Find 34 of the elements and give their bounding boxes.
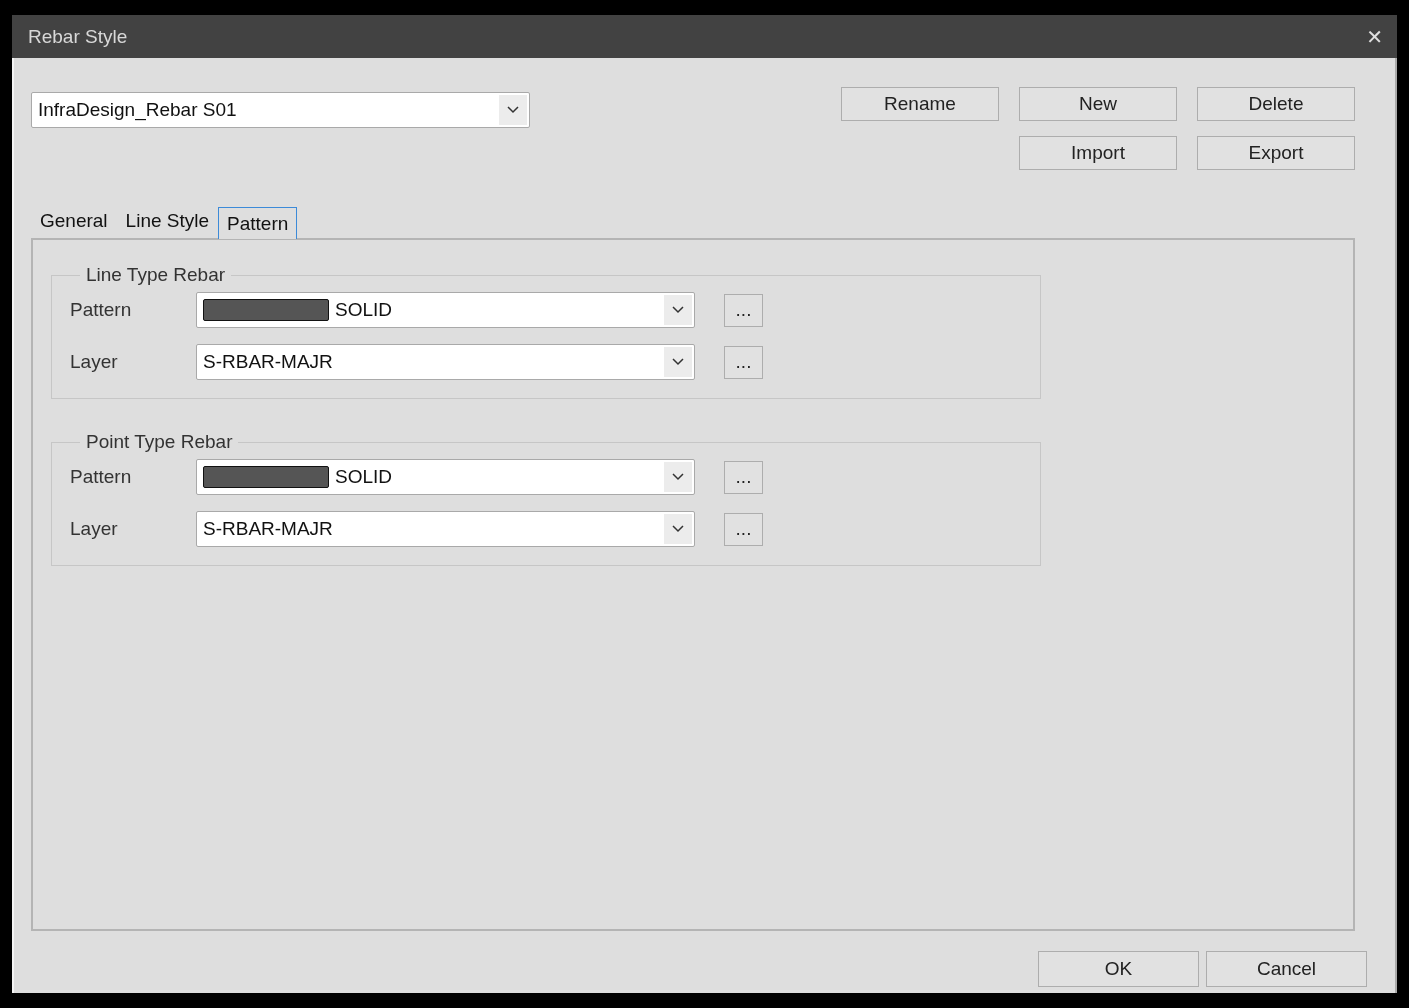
tab[interactable]: Line Style [116, 206, 219, 236]
field-label: Layer [70, 518, 119, 540]
chevron-down-icon [672, 473, 684, 481]
action-button[interactable]: Rename [841, 87, 999, 121]
browse-button[interactable]: ... [724, 460, 763, 494]
chevron-down-icon [672, 306, 684, 314]
line-swatch-icon [203, 299, 329, 321]
tab[interactable]: General [31, 206, 117, 236]
browse-button[interactable]: ... [724, 345, 763, 379]
chevron-down-icon [672, 525, 684, 533]
action-button[interactable]: New [1019, 87, 1177, 121]
pattern-dropdown[interactable]: SOLID [196, 292, 695, 328]
chevron-down-icon [507, 106, 519, 114]
group-title: Point Type Rebar [85, 431, 234, 453]
browse-button[interactable]: ... [724, 512, 763, 546]
chevron-down-icon [672, 358, 684, 366]
layer-dropdown[interactable]: S-RBAR-MAJR [196, 344, 695, 380]
field-label: Pattern [70, 299, 133, 321]
layer-dropdown[interactable]: S-RBAR-MAJR [196, 511, 695, 547]
group-title: Line Type Rebar [85, 264, 227, 286]
action-button[interactable]: Delete [1197, 87, 1355, 121]
close-button[interactable]: ✕ [1362, 24, 1387, 49]
field-label: Pattern [70, 466, 133, 488]
style-dropdown[interactable]: InfraDesign_Rebar S01 [31, 92, 530, 128]
pattern-dropdown[interactable]: SOLID [196, 459, 695, 495]
action-button[interactable]: Export [1197, 136, 1355, 170]
line-swatch-icon [203, 466, 329, 488]
browse-button[interactable]: ... [724, 293, 763, 327]
tab[interactable]: Pattern [218, 207, 298, 239]
dialog-button[interactable]: Cancel [1206, 951, 1367, 987]
field-label: Layer [70, 351, 119, 373]
dialog-button[interactable]: OK [1038, 951, 1199, 987]
action-button[interactable]: Import [1019, 136, 1177, 170]
window-title: Rebar Style [28, 25, 128, 48]
